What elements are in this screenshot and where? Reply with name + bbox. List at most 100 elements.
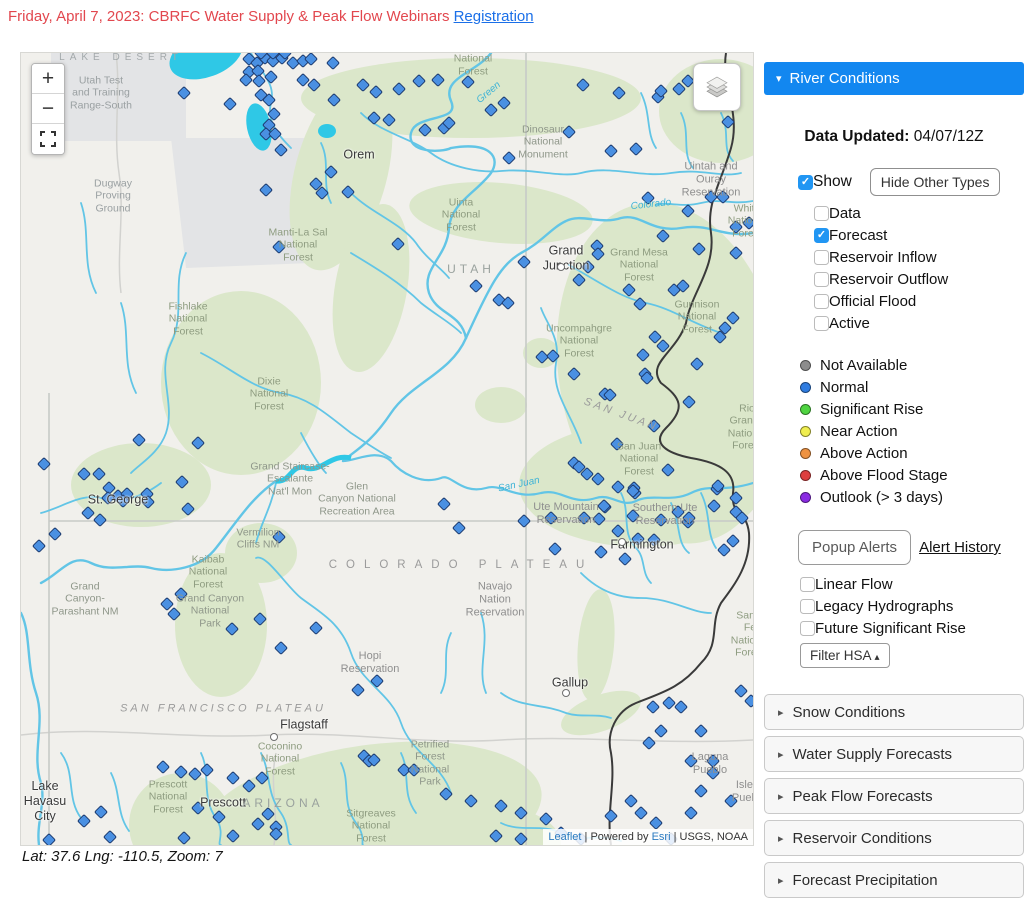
option-row: ✓Future Significant Rise: [800, 617, 1024, 639]
legend-color-dot: [800, 448, 811, 459]
fullscreen-icon: [40, 131, 56, 147]
option-row: ✓Legacy Hydrographs: [800, 595, 1024, 617]
option-checkbox[interactable]: ✓: [800, 621, 815, 636]
map-attribution: Leaflet | Powered by Esri | USGS, NOAA: [543, 829, 753, 845]
option-checkbox-list: ✓Linear Flow✓Legacy Hydrographs✓Future S…: [800, 573, 1024, 639]
data-updated-value: 04/07/12Z: [909, 128, 983, 145]
section-header-water-supply-forecasts[interactable]: ▸Water Supply Forecasts: [764, 736, 1024, 772]
section-title: River Conditions: [790, 70, 900, 87]
legend-row: Above Action: [800, 442, 1024, 464]
legend-color-dot: [800, 492, 811, 503]
announcement-text: Friday, April 7, 2023: CBRFC Water Suppl…: [8, 8, 450, 25]
caret-right-icon: ▸: [778, 706, 784, 719]
registration-link[interactable]: Registration: [454, 8, 534, 25]
data-updated: Data Updated: 04/07/12Z: [764, 128, 1024, 146]
option-row: ✓Linear Flow: [800, 573, 1024, 595]
section-header-peak-flow-forecasts[interactable]: ▸ Peak Flow Forecasts: [764, 778, 1024, 814]
legend-row: Not Available: [800, 354, 1024, 376]
forest-patches: [71, 58, 753, 845]
collapsed-sections: ▸Snow Conditions▸Water Supply Forecasts▸…: [764, 694, 1024, 898]
type-label: Official Flood: [829, 293, 916, 310]
legend-color-dot: [800, 470, 811, 481]
attrib-credits: USGS, NOAA: [680, 831, 748, 843]
city-dot: [270, 733, 278, 741]
section-header-river-conditions[interactable]: ▾ River Conditions: [764, 62, 1024, 95]
attrib-separator: |: [671, 831, 680, 843]
type-row: ✓Active: [814, 312, 1024, 334]
legend-label: Outlook (> 3 days): [820, 489, 943, 506]
caret-right-icon: ▸: [778, 874, 784, 887]
section-title: Reservoir Conditions: [793, 830, 932, 847]
type-checkbox[interactable]: ✓: [814, 250, 829, 265]
caret-down-icon: ▾: [776, 72, 782, 85]
show-checkbox[interactable]: ✓: [798, 175, 813, 190]
zoom-in-button[interactable]: +: [32, 64, 64, 94]
layers-icon: [700, 70, 734, 104]
data-updated-label: Data Updated:: [804, 128, 909, 145]
zoom-out-button[interactable]: −: [32, 94, 64, 124]
leaflet-link[interactable]: Leaflet: [548, 831, 581, 843]
type-row: ✓Forecast: [814, 224, 1024, 246]
legend-label: Near Action: [820, 423, 898, 440]
type-label: Reservoir Inflow: [829, 249, 937, 266]
hide-other-types-button[interactable]: Hide Other Types: [870, 168, 1001, 196]
type-checkbox[interactable]: ✓: [814, 272, 829, 287]
layers-control[interactable]: [693, 63, 741, 111]
legend-row: Above Flood Stage: [800, 464, 1024, 486]
map-status-line: Lat: 37.6 Lng: -110.5, Zoom: 7: [22, 848, 223, 865]
map[interactable]: + − Leaflet | Powered by Esri | USGS, NO…: [20, 52, 754, 846]
esri-link[interactable]: Esri: [652, 831, 671, 843]
section-title: Water Supply Forecasts: [793, 746, 953, 763]
legend-row: Outlook (> 3 days): [800, 486, 1024, 508]
type-row: ✓Official Flood: [814, 290, 1024, 312]
map-zoom-control: + −: [31, 63, 65, 155]
popup-alerts-button[interactable]: Popup Alerts: [798, 530, 911, 565]
legend-row: Normal: [800, 376, 1024, 398]
announcement-bar: Friday, April 7, 2023: CBRFC Water Suppl…: [8, 8, 534, 25]
show-row: ✓ Show Hide Other Types: [798, 168, 1024, 196]
option-checkbox[interactable]: ✓: [800, 599, 815, 614]
type-row: ✓Reservoir Inflow: [814, 246, 1024, 268]
section-title: Peak Flow Forecasts: [793, 788, 933, 805]
legend-label: Not Available: [820, 357, 907, 374]
option-checkbox[interactable]: ✓: [800, 577, 815, 592]
legend-label: Above Flood Stage: [820, 467, 948, 484]
option-label: Legacy Hydrographs: [815, 598, 953, 615]
alert-history-link[interactable]: Alert History: [919, 539, 1001, 556]
type-checkbox-list: ✓Data✓Forecast✓Reservoir Inflow✓Reservoi…: [814, 202, 1024, 334]
type-checkbox[interactable]: ✓: [814, 294, 829, 309]
section-header-forecast-precipitation[interactable]: ▸Forecast Precipitation: [764, 862, 1024, 898]
show-label: Show: [813, 173, 852, 191]
legend-label: Significant Rise: [820, 401, 923, 418]
type-label: Active: [829, 315, 870, 332]
basemap: [21, 53, 753, 845]
type-label: Data: [829, 205, 861, 222]
type-label: Reservoir Outflow: [829, 271, 948, 288]
legend-color-dot: [800, 426, 811, 437]
city-dot: [618, 538, 626, 546]
option-label: Linear Flow: [815, 576, 893, 593]
river-conditions-panel: Data Updated: 04/07/12Z ✓ Show Hide Othe…: [764, 128, 1024, 668]
caret-right-icon: ▸: [778, 790, 784, 803]
filter-hsa-button[interactable]: Filter HSA ▴: [800, 643, 890, 668]
legend-label: Above Action: [820, 445, 908, 462]
caret-right-icon: ▸: [778, 832, 784, 845]
type-checkbox[interactable]: ✓: [814, 228, 829, 243]
military-area: [51, 53, 186, 141]
section-header-snow-conditions[interactable]: ▸ Snow Conditions: [764, 694, 1024, 730]
check-icon: ✓: [801, 177, 810, 188]
type-label: Forecast: [829, 227, 887, 244]
section-header-reservoir-conditions[interactable]: ▸ Reservoir Conditions: [764, 820, 1024, 856]
legend-color-dot: [800, 404, 811, 415]
city-dot: [562, 689, 570, 697]
lake-powell: [276, 457, 351, 481]
section-title: Snow Conditions: [793, 704, 906, 721]
type-checkbox[interactable]: ✓: [814, 206, 829, 221]
caret-up-icon: ▴: [875, 652, 880, 663]
type-checkbox[interactable]: ✓: [814, 316, 829, 331]
alerts-row: Popup Alerts Alert History: [798, 530, 1024, 565]
legend-color-dot: [800, 382, 811, 393]
attrib-powered-by: Powered by: [590, 831, 651, 843]
fullscreen-button[interactable]: [32, 124, 64, 154]
sidebar: ▾ River Conditions Data Updated: 04/07/1…: [764, 62, 1024, 904]
